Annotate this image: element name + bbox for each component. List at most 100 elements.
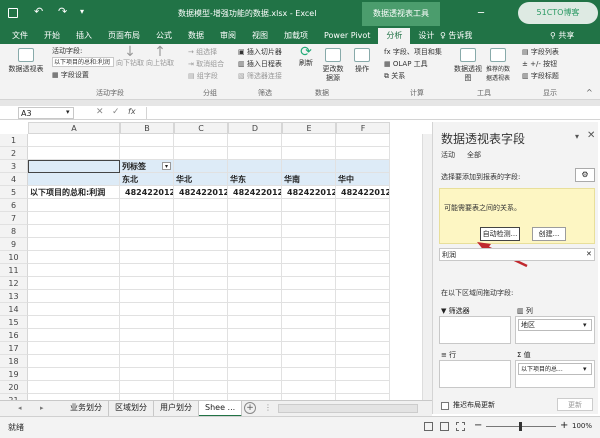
cell[interactable] <box>120 212 174 225</box>
column-labels-cell[interactable]: 列标签 ▾ <box>120 160 174 173</box>
row-header[interactable]: 1 <box>0 134 28 147</box>
clear-search-icon[interactable]: ✕ <box>586 250 592 258</box>
cell[interactable] <box>174 342 228 355</box>
row-header[interactable]: 13 <box>0 290 28 303</box>
cell[interactable] <box>282 355 336 368</box>
cell[interactable] <box>228 199 282 212</box>
chevron-down-icon[interactable]: ▾ <box>583 320 587 331</box>
ribbon-tab-2[interactable]: 插入 <box>68 28 100 44</box>
ribbon-tab-9[interactable]: Power Pivot <box>316 28 378 44</box>
cell[interactable] <box>120 381 174 394</box>
enter-icon[interactable]: ✓ <box>112 107 120 117</box>
column-field-chip[interactable]: 地区 ▾ <box>518 319 592 331</box>
minimize-icon[interactable]: ─ <box>478 8 484 19</box>
cell[interactable] <box>174 303 228 316</box>
insert-slicer-button[interactable]: ▣ 插入切片器 <box>238 47 282 57</box>
next-sheet-icon[interactable]: ▸ <box>40 404 44 412</box>
value-field-chip[interactable]: 以下项目的总... ▾ <box>518 363 592 375</box>
cell[interactable] <box>336 238 390 251</box>
cell[interactable] <box>28 303 120 316</box>
cell[interactable] <box>174 381 228 394</box>
row-header[interactable]: 15 <box>0 316 28 329</box>
rows-drop-area[interactable] <box>439 360 511 388</box>
value-cell[interactable]: 482422012 <box>174 186 228 199</box>
cell[interactable] <box>336 225 390 238</box>
cell[interactable] <box>228 147 282 160</box>
formula-input[interactable] <box>146 107 596 119</box>
sheet-tab-2[interactable]: 用户划分 <box>154 401 199 417</box>
row-header[interactable]: 11 <box>0 264 28 277</box>
cell[interactable] <box>28 277 120 290</box>
update-button[interactable]: 更新 <box>557 398 593 411</box>
ribbon-tab-8[interactable]: 加载项 <box>276 28 316 44</box>
value-cell[interactable]: 482422012 <box>336 186 390 199</box>
auto-detect-button[interactable]: 自动检测... <box>480 227 520 241</box>
horizontal-scrollbar[interactable] <box>278 404 418 413</box>
cell[interactable] <box>174 290 228 303</box>
fx-label[interactable]: fx <box>128 107 136 116</box>
ribbon-tab-0[interactable]: 文件 <box>4 28 36 44</box>
row-header[interactable]: 3 <box>0 160 28 173</box>
relationships-button[interactable]: ⧉ 关系 <box>384 71 405 81</box>
worksheet-grid[interactable]: ABCDEF 1 2 3 列标签 ▾ 4 东北 华北 华东 华南 华中 5 以下项目的总和:利润 4824… <box>0 122 432 400</box>
cell[interactable] <box>120 316 174 329</box>
vertical-scrollbar[interactable] <box>422 134 432 400</box>
region-header-cell[interactable]: 华东 <box>228 173 282 186</box>
cell[interactable] <box>120 303 174 316</box>
ribbon-tab-11[interactable]: 设计 <box>410 28 442 44</box>
group-selection-button[interactable]: → 组选择 <box>188 47 217 57</box>
ribbon-tab-5[interactable]: 数据 <box>180 28 212 44</box>
cell[interactable] <box>336 134 390 147</box>
cell[interactable] <box>120 199 174 212</box>
columns-drop-area[interactable]: 地区 ▾ <box>515 316 595 344</box>
region-header-cell[interactable]: 华南 <box>282 173 336 186</box>
row-header[interactable]: 19 <box>0 368 28 381</box>
cell[interactable] <box>228 368 282 381</box>
tell-me-box[interactable]: ♀ 告诉我 <box>440 30 472 41</box>
column-header-B[interactable]: B <box>120 122 174 134</box>
region-header-cell[interactable]: 东北 <box>120 173 174 186</box>
column-header-C[interactable]: C <box>174 122 228 134</box>
cell[interactable] <box>282 316 336 329</box>
cell[interactable] <box>282 212 336 225</box>
cell[interactable] <box>282 381 336 394</box>
cell[interactable] <box>120 147 174 160</box>
share-button[interactable]: ⚲ 共享 <box>550 30 574 41</box>
collapse-ribbon-icon[interactable]: ^ <box>586 88 593 97</box>
cell[interactable] <box>228 134 282 147</box>
cell[interactable] <box>336 381 390 394</box>
prev-sheet-icon[interactable]: ◂ <box>18 404 22 412</box>
cell[interactable] <box>336 342 390 355</box>
cell[interactable] <box>28 290 120 303</box>
cell[interactable] <box>336 368 390 381</box>
cell[interactable] <box>228 381 282 394</box>
cell[interactable] <box>282 251 336 264</box>
zoom-in-icon[interactable]: + <box>560 420 568 431</box>
cell[interactable] <box>282 160 336 173</box>
sheet-tab-1[interactable]: 区域划分 <box>109 401 154 417</box>
cell[interactable] <box>28 264 120 277</box>
column-header-E[interactable]: E <box>282 122 336 134</box>
cell[interactable] <box>228 251 282 264</box>
cell[interactable] <box>228 303 282 316</box>
cell[interactable] <box>282 368 336 381</box>
cell[interactable] <box>174 160 228 173</box>
region-header-cell[interactable]: 华北 <box>174 173 228 186</box>
chevron-down-icon[interactable]: ▾ <box>583 364 587 374</box>
cell[interactable] <box>174 277 228 290</box>
page-layout-icon[interactable] <box>440 422 449 431</box>
active-field-input[interactable]: 以下项目的总和:利润 <box>52 57 114 67</box>
row-header[interactable]: 17 <box>0 342 28 355</box>
cell[interactable] <box>28 134 120 147</box>
undo-icon[interactable]: ↶ <box>34 5 43 18</box>
value-cell[interactable]: 482422012 <box>120 186 174 199</box>
field-settings-button[interactable]: ▦ 字段设置 <box>52 70 89 80</box>
name-box-dropdown-icon[interactable]: ▾ <box>66 108 70 116</box>
cell[interactable] <box>174 199 228 212</box>
pivot-chart-button[interactable]: 数据透视图 <box>454 48 482 83</box>
cell[interactable] <box>228 264 282 277</box>
cell[interactable] <box>120 342 174 355</box>
zoom-out-icon[interactable]: − <box>474 420 482 431</box>
cell[interactable] <box>282 264 336 277</box>
cell[interactable] <box>336 199 390 212</box>
